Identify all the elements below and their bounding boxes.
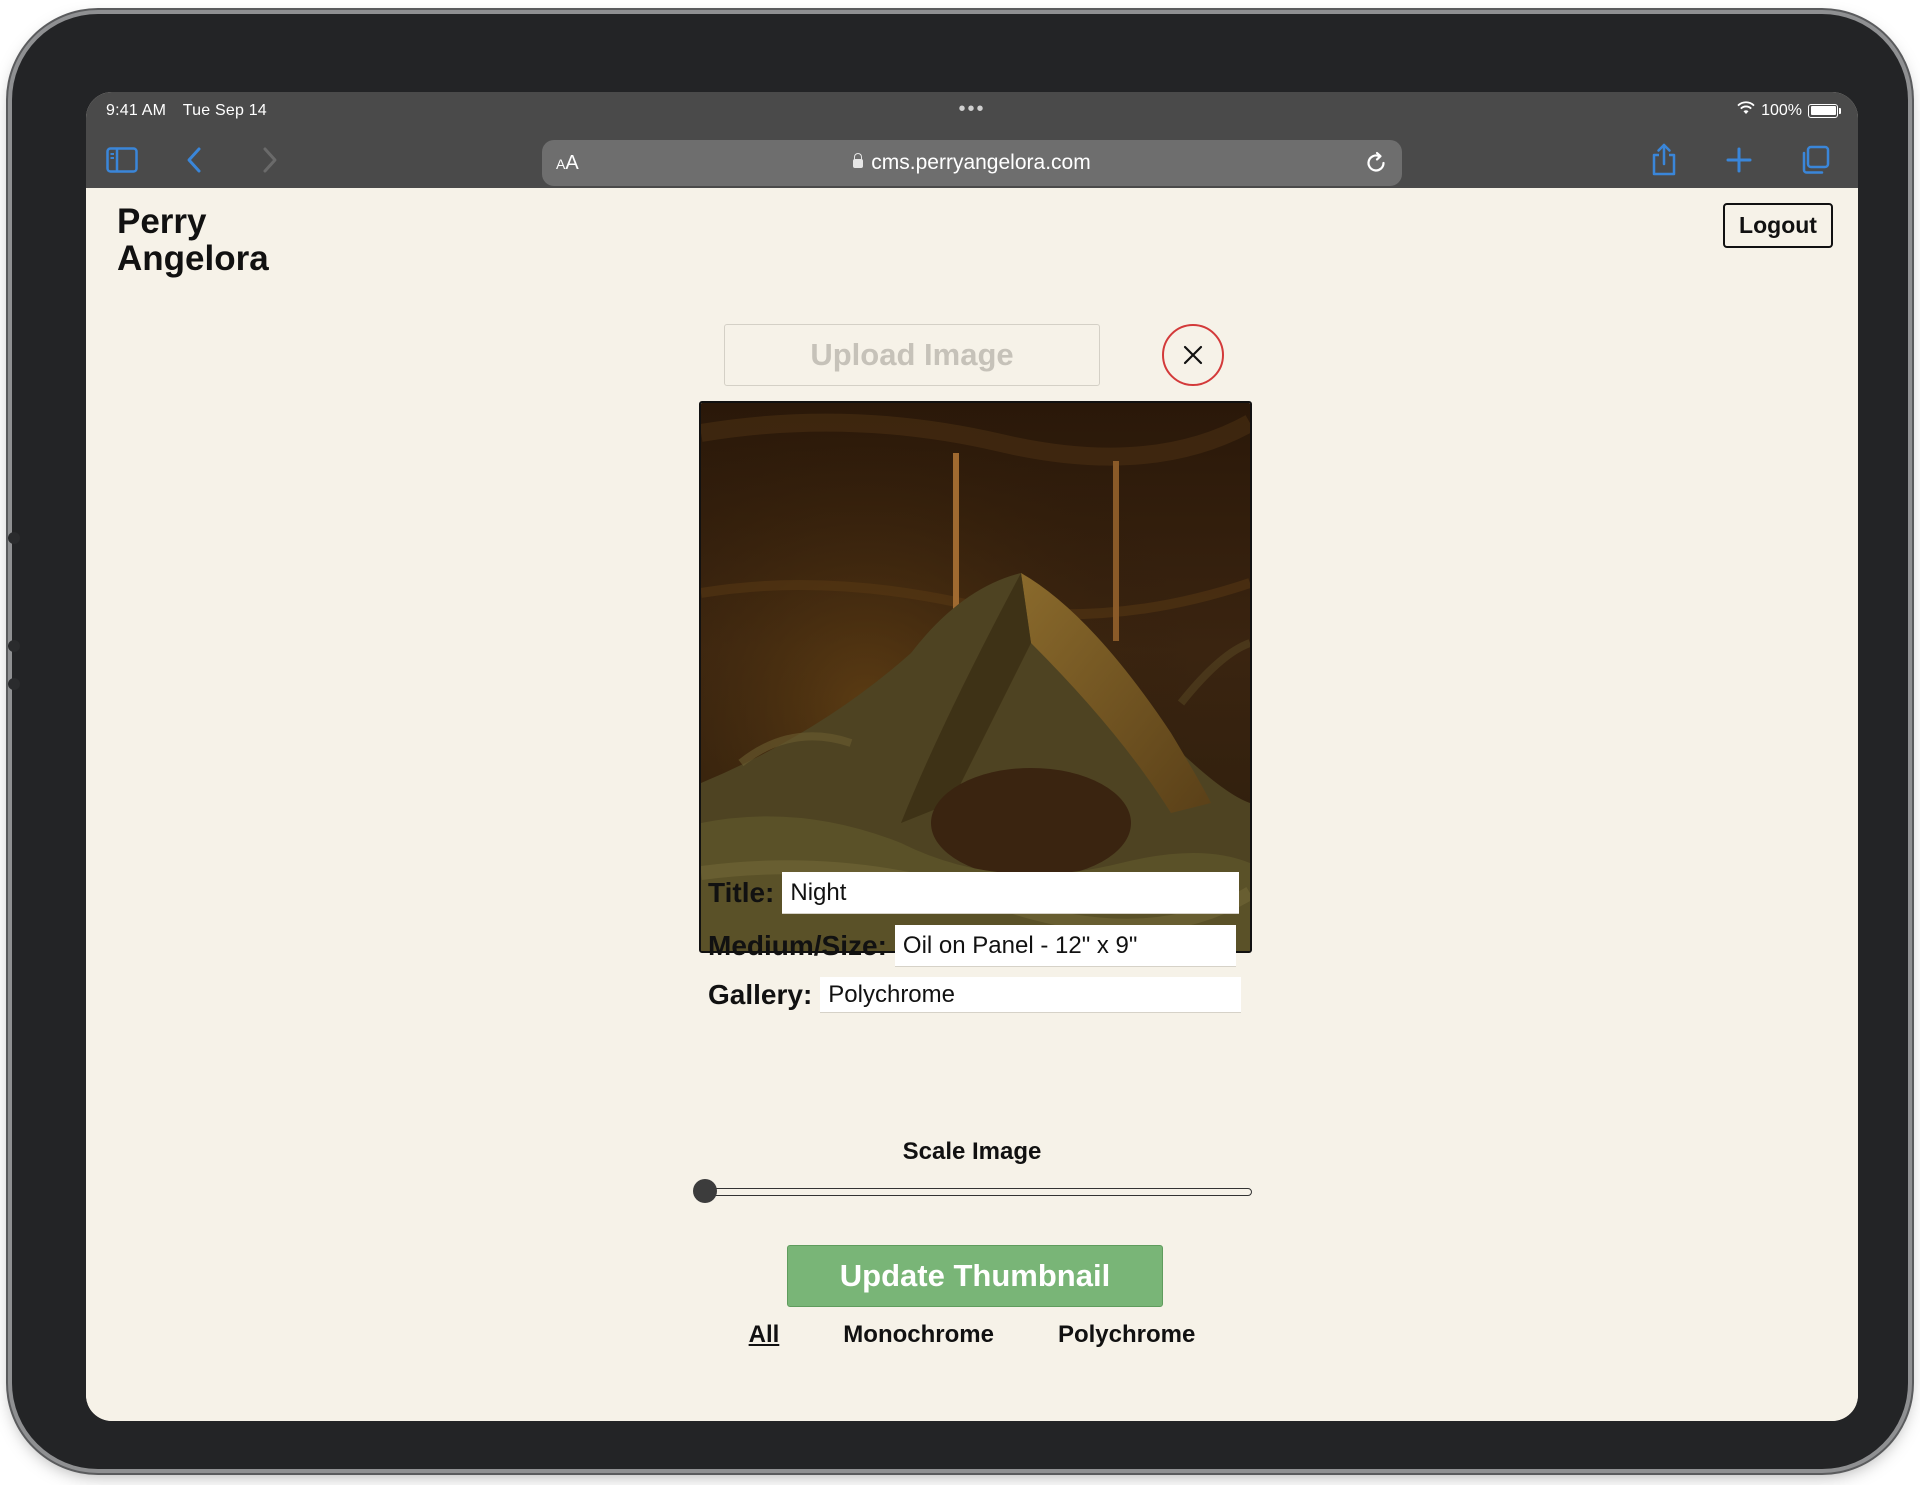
browser-toolbar: AA cms.perryangelora.com [86, 132, 1858, 189]
gallery-row: Gallery: [708, 977, 1242, 1013]
back-icon[interactable] [176, 142, 212, 178]
title-row: Title: [708, 872, 1240, 914]
cms-page: Perry Angelora Logout Upload Image Title… [86, 188, 1858, 1421]
filter-all[interactable]: All [749, 1321, 780, 1349]
side-button [8, 678, 20, 690]
close-icon[interactable] [1162, 324, 1224, 386]
share-icon[interactable] [1646, 142, 1682, 178]
status-time-date: 9:41 AM Tue Sep 14 [106, 102, 267, 120]
battery-percent: 100% [1761, 101, 1802, 119]
plus-icon[interactable] [1721, 142, 1757, 178]
multitasking-dots-icon[interactable]: ••• [958, 98, 985, 121]
forward-icon[interactable] [252, 142, 288, 178]
filter-monochrome[interactable]: Monochrome [843, 1321, 994, 1349]
url-display[interactable]: cms.perryangelora.com [542, 151, 1402, 175]
tabs-icon[interactable] [1797, 142, 1833, 178]
upload-image-button[interactable]: Upload Image [724, 324, 1100, 386]
scale-slider-track[interactable] [700, 1188, 1252, 1196]
logout-button[interactable]: Logout [1723, 203, 1833, 248]
gallery-input[interactable] [820, 977, 1242, 1013]
battery-icon [1808, 103, 1841, 118]
medium-size-input[interactable] [894, 925, 1236, 967]
wifi-icon [1737, 101, 1755, 120]
title-input[interactable] [782, 872, 1240, 914]
medium-size-label: Medium/Size: [708, 930, 887, 961]
side-button [8, 640, 20, 652]
screen: 9:41 AM Tue Sep 14 ••• 100% AA cms.perry… [86, 92, 1858, 1421]
title-label: Title: [708, 877, 775, 908]
artwork-image [699, 401, 1252, 953]
ipad-frame: 9:41 AM Tue Sep 14 ••• 100% AA cms.perry… [8, 14, 1908, 1469]
address-bar[interactable]: AA cms.perryangelora.com [542, 140, 1402, 186]
lock-icon [853, 153, 864, 168]
sidebar-icon[interactable] [104, 142, 140, 178]
filter-polychrome[interactable]: Polychrome [1058, 1321, 1195, 1349]
gallery-label: Gallery: [708, 979, 813, 1010]
status-time: 9:41 AM [106, 102, 167, 119]
brand-logo[interactable]: Perry Angelora [117, 203, 269, 277]
side-button [8, 532, 20, 544]
brand-line-1: Perry [117, 202, 207, 241]
url-text: cms.perryangelora.com [871, 151, 1091, 174]
scale-image-label: Scale Image [902, 1138, 1042, 1165]
reload-icon[interactable] [1364, 151, 1388, 180]
brand-line-2: Angelora [117, 239, 269, 278]
status-indicators: 100% [1737, 101, 1841, 120]
update-thumbnail-button[interactable]: Update Thumbnail [787, 1245, 1163, 1307]
status-bar: 9:41 AM Tue Sep 14 ••• 100% [86, 92, 1858, 132]
gallery-filter-nav: All Monochrome Polychrome [86, 1321, 1858, 1349]
status-date: Tue Sep 14 [182, 102, 267, 119]
scale-slider-thumb[interactable] [693, 1179, 717, 1203]
medium-row: Medium/Size: [708, 925, 1236, 967]
